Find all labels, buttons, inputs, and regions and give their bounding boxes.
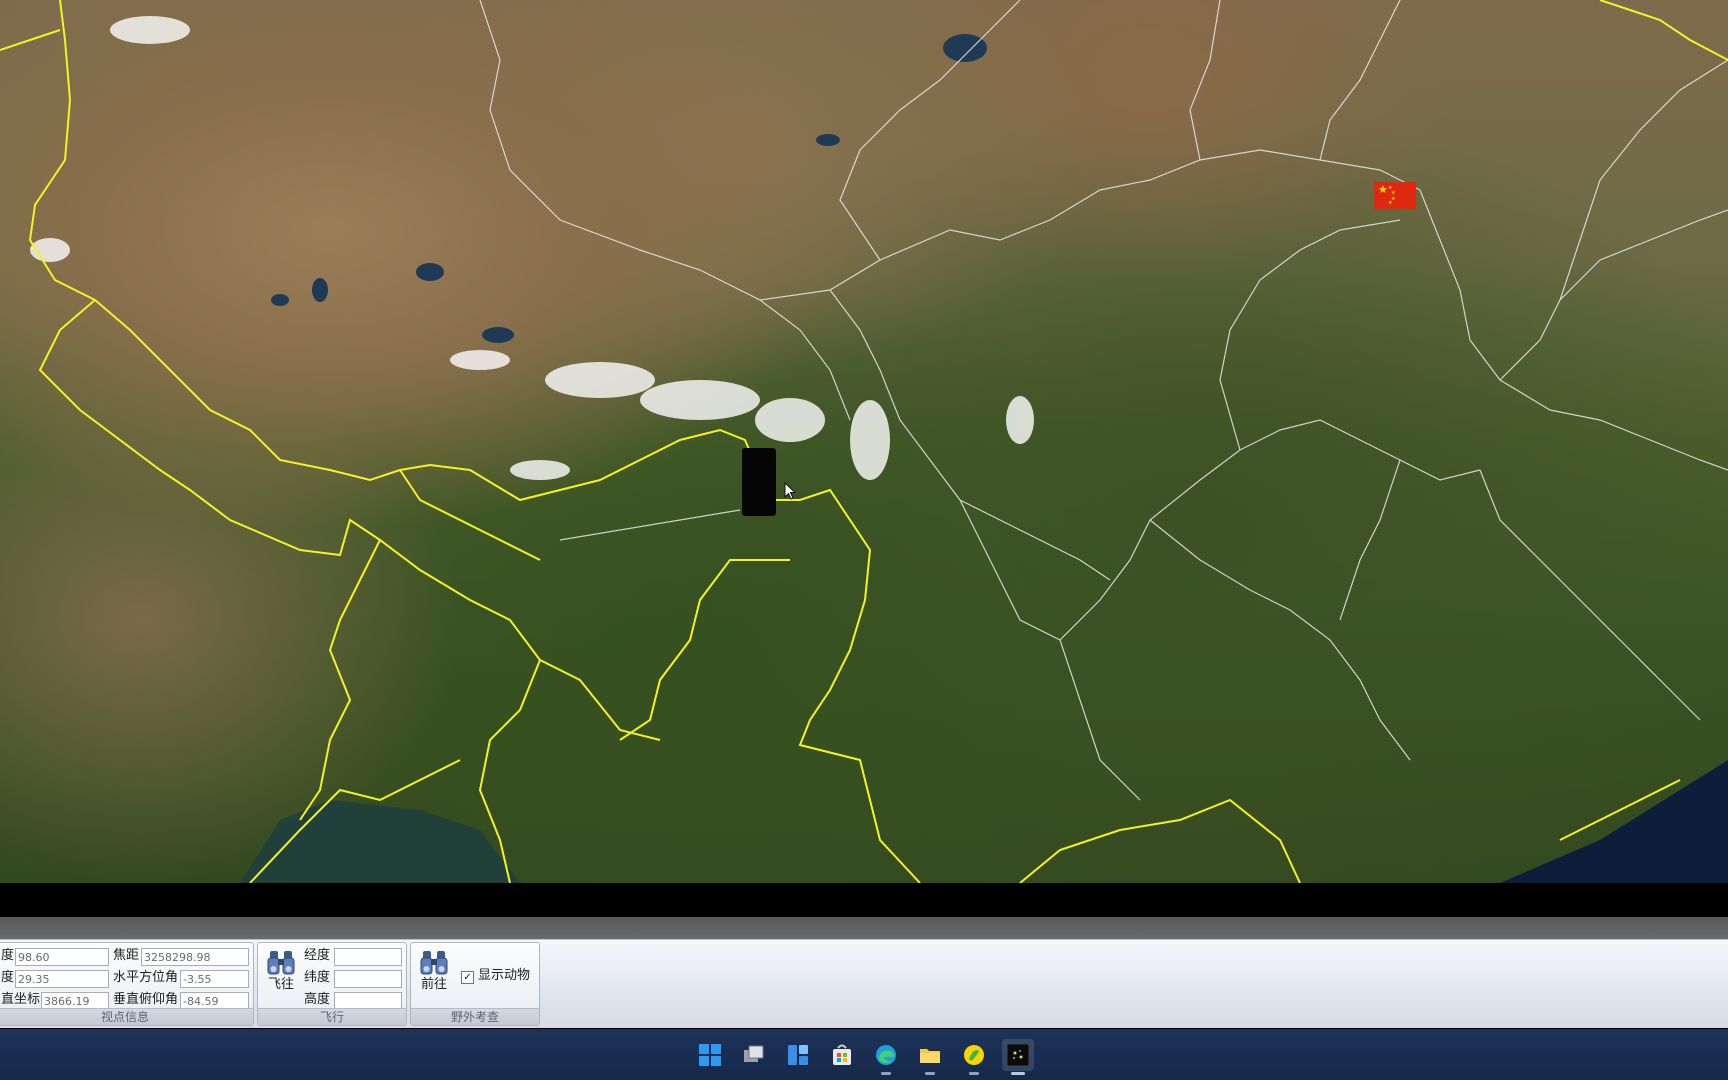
globe-app-icon[interactable] [1002, 1039, 1034, 1075]
fly-altitude-label: 高度 [304, 992, 331, 1007]
windows-start-icon[interactable] [694, 1039, 726, 1071]
go-to-button[interactable]: 前往 [417, 949, 451, 993]
longitude-field[interactable]: 98.60 [15, 948, 109, 966]
app-icon[interactable] [958, 1039, 990, 1075]
widgets-icon[interactable] [782, 1039, 814, 1071]
fly-group-title: 飞行 [258, 1008, 406, 1025]
task-view-icon[interactable] [738, 1039, 770, 1071]
windows-taskbar [0, 1029, 1728, 1080]
elevation-label: 直坐标 [1, 992, 41, 1007]
latitude-label: 度 [1, 970, 15, 985]
fly-group: 飞往 经度 纬度 高度 飞行 [257, 942, 407, 1026]
snow-caps [30, 16, 1034, 480]
field-survey-group-title: 野外考查 [411, 1008, 539, 1025]
file-explorer-icon[interactable] [914, 1039, 946, 1075]
azimuth-field[interactable]: -3.55 [180, 970, 249, 988]
viewpoint-info-group: 度 98.60 度 29.35 直坐标 3866.19 焦距 3258298.9… [0, 942, 254, 1026]
go-to-label: 前往 [420, 977, 447, 992]
fly-to-button[interactable]: 飞往 [264, 949, 298, 993]
latitude-field[interactable]: 29.35 [15, 970, 109, 988]
longitude-label: 度 [1, 948, 15, 963]
focal-length-label: 焦距 [113, 948, 140, 963]
binoculars-icon [267, 951, 295, 975]
fly-latitude-label: 纬度 [304, 970, 331, 985]
fly-longitude-label: 经度 [304, 948, 331, 963]
show-animals-checkbox[interactable]: ✓ [461, 971, 474, 984]
china-flag-icon[interactable]: ★ ★ ★ ★ ★ [1374, 182, 1416, 209]
cursor-tooltip-block [742, 448, 776, 516]
field-survey-group: 前往 ✓ 显示动物 野外考查 [410, 942, 540, 1026]
fly-latitude-input[interactable] [334, 970, 402, 988]
globe-map-view[interactable]: ★ ★ ★ ★ ★ [0, 0, 1728, 883]
pitch-label: 垂直俯仰角 [113, 992, 179, 1007]
lakes [271, 34, 987, 343]
ribbon-tab-strip [0, 917, 1728, 939]
edge-browser-icon[interactable] [870, 1039, 902, 1075]
ribbon-toolbar: 度 98.60 度 29.35 直坐标 3866.19 焦距 3258298.9… [0, 939, 1728, 1028]
store-icon[interactable] [826, 1039, 858, 1071]
binoculars-icon [420, 951, 448, 975]
viewpoint-group-title: 视点信息 [0, 1008, 253, 1025]
focal-length-field[interactable]: 3258298.98 [141, 948, 249, 966]
fly-longitude-input[interactable] [334, 948, 402, 966]
mouse-cursor-icon [784, 482, 796, 500]
map-overlay [0, 0, 1728, 883]
show-animals-label[interactable]: 显示动物 [478, 967, 530, 985]
azimuth-label: 水平方位角 [113, 970, 179, 985]
fly-to-label: 飞往 [267, 977, 294, 992]
status-area [0, 885, 1728, 917]
